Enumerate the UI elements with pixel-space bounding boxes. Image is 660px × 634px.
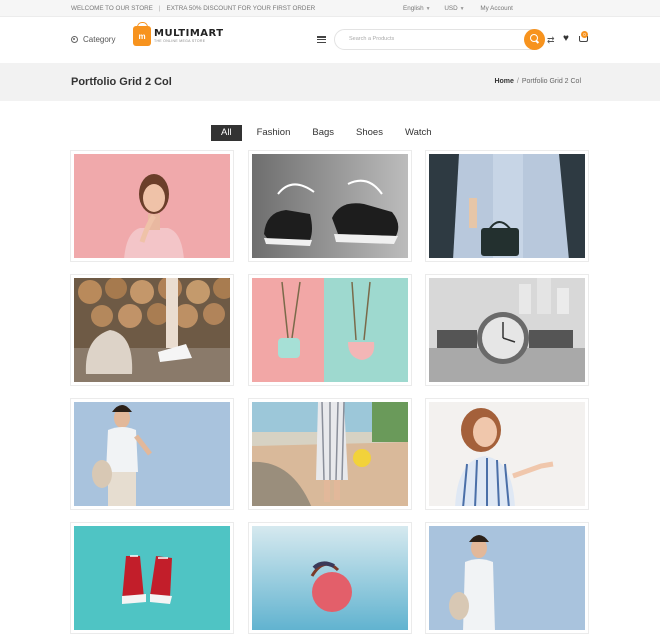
portfolio-item[interactable]	[425, 398, 589, 510]
portfolio-item[interactable]	[425, 150, 589, 262]
portfolio-item[interactable]	[248, 398, 412, 510]
breadcrumb: Home / Portfolio Grid 2 Col	[494, 78, 581, 85]
filter-all[interactable]: All	[211, 125, 242, 141]
filter-shoes[interactable]: Shoes	[349, 125, 390, 141]
portfolio-image	[429, 278, 585, 382]
search-input[interactable]	[347, 35, 517, 43]
portfolio-image	[74, 402, 230, 506]
cart-count-badge: 0	[581, 31, 588, 38]
portfolio-image	[252, 278, 408, 382]
portfolio-item[interactable]	[425, 274, 589, 386]
chevron-down-icon: ▼	[425, 6, 431, 12]
promo-text: EXTRA 50% DISCOUNT FOR YOUR FIRST ORDER	[166, 5, 316, 12]
portfolio-image	[252, 526, 408, 630]
portfolio-item[interactable]	[248, 274, 412, 386]
category-menu[interactable]: Category	[71, 35, 115, 44]
portfolio-image	[74, 526, 230, 630]
category-label: Category	[83, 35, 116, 44]
portfolio-image	[429, 402, 585, 506]
portfolio-image	[252, 154, 408, 258]
divider: |	[158, 5, 161, 12]
portfolio-image	[252, 402, 408, 506]
breadcrumb-separator: /	[516, 78, 519, 85]
portfolio-item[interactable]	[70, 274, 234, 386]
portfolio-item[interactable]	[70, 522, 234, 634]
breadcrumb-current: Portfolio Grid 2 Col	[521, 78, 581, 85]
currency-select[interactable]: USD ▼	[444, 5, 464, 12]
portfolio-item[interactable]	[248, 150, 412, 262]
logo-bag-icon: m	[133, 22, 151, 46]
hamburger-menu-icon[interactable]	[317, 36, 326, 44]
language-value: English	[403, 5, 424, 12]
chevron-down-icon: ▼	[459, 6, 465, 12]
welcome-text: WELCOME TO OUR STORE	[71, 5, 153, 12]
category-icon	[71, 36, 78, 43]
site-header: Category m MULTIMART THE ONLINE MEGA STO…	[0, 17, 660, 63]
logo-text: MULTIMART THE ONLINE MEGA STORE	[154, 27, 224, 44]
filter-bags[interactable]: Bags	[305, 125, 341, 141]
portfolio-item[interactable]	[70, 150, 234, 262]
portfolio-image	[74, 278, 230, 382]
filter-fashion[interactable]: Fashion	[250, 125, 298, 141]
compare-icon[interactable]: ⇄	[547, 35, 555, 46]
currency-value: USD	[444, 5, 458, 12]
search-button[interactable]	[524, 29, 545, 50]
top-bar-controls: English ▼ USD ▼ My Account	[403, 5, 513, 12]
filter-watch[interactable]: Watch	[398, 125, 439, 141]
portfolio-image	[429, 526, 585, 630]
language-select[interactable]: English ▼	[403, 5, 431, 12]
portfolio-filters: All Fashion Bags Shoes Watch	[211, 125, 447, 141]
portfolio-image	[74, 154, 230, 258]
top-bar-messages: WELCOME TO OUR STORE | EXTRA 50% DISCOUNT …	[71, 5, 315, 12]
page-title: Portfolio Grid 2 Col	[71, 76, 172, 88]
portfolio-image	[429, 154, 585, 258]
search-bar	[334, 29, 545, 50]
my-account-link[interactable]: My Account	[480, 5, 513, 12]
portfolio-item[interactable]	[70, 398, 234, 510]
wishlist-heart-icon[interactable]: ♥	[563, 33, 569, 44]
logo-name: MULTIMART	[154, 27, 224, 39]
breadcrumb-home-link[interactable]: Home	[494, 78, 513, 85]
portfolio-item[interactable]	[425, 522, 589, 634]
logo-tagline: THE ONLINE MEGA STORE	[154, 38, 206, 43]
top-bar: WELCOME TO OUR STORE | EXTRA 50% DISCOUNT …	[0, 0, 660, 17]
page-title-bar: Portfolio Grid 2 Col Home / Portfolio Grid…	[0, 63, 660, 101]
portfolio-item[interactable]	[248, 522, 412, 634]
logo[interactable]: m MULTIMART THE ONLINE MEGA STORE	[133, 22, 224, 46]
